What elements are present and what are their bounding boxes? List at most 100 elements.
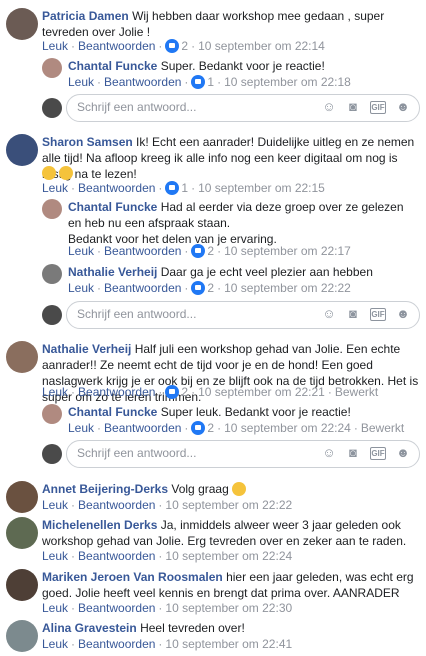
edited-label[interactable]: Bewerkt xyxy=(335,385,378,399)
comment-timestamp[interactable]: 10 september om 22:15 xyxy=(198,181,325,195)
reply-input[interactable]: Schrijf een antwoord... ☺ ◙ GIF ☻ xyxy=(66,440,420,468)
like-link[interactable]: Leuk xyxy=(42,498,68,512)
comment-body: Michelenellen Derks Ja, inmiddels alweer… xyxy=(42,517,420,549)
comment-actions: Leuk · Beantwoorden · 2 · 10 september om 22:1… xyxy=(42,39,325,53)
reply-text: Super. Bedankt voor je reactie! xyxy=(160,59,325,73)
avatar[interactable] xyxy=(42,404,62,424)
reply-actions: Leuk · Beantwoorden · 2 · 10 september om 22:2… xyxy=(68,281,351,295)
reply-timestamp[interactable]: 10 september om 22:22 xyxy=(224,281,351,295)
emoji-icon[interactable]: ☺ xyxy=(321,306,337,322)
reply-body: Chantal Funcke Super leuk. Bedankt voor … xyxy=(68,404,420,420)
gif-icon[interactable]: GIF xyxy=(370,308,386,321)
reply-author[interactable]: Chantal Funcke xyxy=(68,200,157,214)
comment-timestamp[interactable]: 10 september om 22:41 xyxy=(165,637,292,651)
reply-link[interactable]: Beantwoorden xyxy=(78,601,155,615)
avatar[interactable] xyxy=(6,569,38,601)
comment-actions: Leuk · Beantwoorden · 2 · 10 september om 22:2… xyxy=(42,385,379,399)
avatar[interactable] xyxy=(42,264,62,284)
avatar[interactable] xyxy=(6,8,38,40)
reply-link[interactable]: Beantwoorden xyxy=(78,498,155,512)
reply-link[interactable]: Beantwoorden xyxy=(78,549,155,563)
like-link[interactable]: Leuk xyxy=(68,281,94,295)
comment-actions: Leuk · Beantwoorden · 1 · 10 september om 22:1… xyxy=(42,181,325,195)
avatar[interactable] xyxy=(6,620,38,652)
reply-body: Chantal Funcke Super. Bedankt voor je re… xyxy=(68,58,420,74)
like-icon xyxy=(191,244,206,258)
camera-icon[interactable]: ◙ xyxy=(345,99,361,115)
reply-link[interactable]: Beantwoorden xyxy=(104,421,181,435)
reply-link[interactable]: Beantwoorden xyxy=(104,75,181,89)
reply-link[interactable]: Beantwoorden xyxy=(78,39,155,53)
sticker-icon[interactable]: ☻ xyxy=(395,99,411,115)
reply-author[interactable]: Chantal Funcke xyxy=(68,59,157,73)
comment-author[interactable]: Michelenellen Derks xyxy=(42,518,157,532)
gif-icon[interactable]: GIF xyxy=(370,101,386,114)
reply-input[interactable]: Schrijf een antwoord... ☺ ◙ GIF ☻ xyxy=(66,94,420,122)
comment-author[interactable]: Sharon Samsen xyxy=(42,135,133,149)
reply-input-placeholder: Schrijf een antwoord... xyxy=(77,307,197,321)
like-icon xyxy=(191,281,206,295)
camera-icon[interactable]: ◙ xyxy=(345,306,361,322)
like-link[interactable]: Leuk xyxy=(42,385,68,399)
emoji-icon[interactable]: ☺ xyxy=(321,99,337,115)
avatar[interactable] xyxy=(6,517,38,549)
comment-timestamp[interactable]: 10 september om 22:14 xyxy=(198,39,325,53)
comment-timestamp[interactable]: 10 september om 22:21 xyxy=(198,385,325,399)
like-icon xyxy=(191,421,206,435)
comment-body: Alina Gravestein Heel tevreden over! xyxy=(42,620,420,636)
like-link[interactable]: Leuk xyxy=(68,75,94,89)
comment-author[interactable]: Alina Gravestein xyxy=(42,621,137,635)
reply-link[interactable]: Beantwoorden xyxy=(78,637,155,651)
comment-actions: Leuk · Beantwoorden · 10 september om 22:22 xyxy=(42,498,293,512)
avatar[interactable] xyxy=(42,58,62,78)
reply-timestamp[interactable]: 10 september om 22:24 xyxy=(224,421,351,435)
reply-text: Super leuk. Bedankt voor je reactie! xyxy=(160,405,351,419)
like-link[interactable]: Leuk xyxy=(42,637,68,651)
reply-link[interactable]: Beantwoorden xyxy=(78,385,155,399)
like-link[interactable]: Leuk xyxy=(42,601,68,615)
comment-timestamp[interactable]: 10 september om 22:24 xyxy=(165,549,292,563)
reply-body: Nathalie Verheij Daar ga je echt veel pl… xyxy=(68,264,420,280)
like-link[interactable]: Leuk xyxy=(68,244,94,258)
emoji-icon[interactable]: ☺ xyxy=(321,445,337,461)
comment-timestamp[interactable]: 10 september om 22:30 xyxy=(165,601,292,615)
comment-actions: Leuk · Beantwoorden · 10 september om 22:41 xyxy=(42,637,293,651)
reply-link[interactable]: Beantwoorden xyxy=(104,244,181,258)
reply-timestamp[interactable]: 10 september om 22:18 xyxy=(224,75,351,89)
reply-actions: Leuk · Beantwoorden · 1 · 10 september om 22:1… xyxy=(68,75,351,89)
like-link[interactable]: Leuk xyxy=(68,421,94,435)
comment-body: Sharon Samsen Ik! Echt een aanrader! Dui… xyxy=(42,134,420,182)
comment-author[interactable]: Annet Beijering-Derks xyxy=(42,482,168,496)
reply-link[interactable]: Beantwoorden xyxy=(104,281,181,295)
reply-timestamp[interactable]: 10 september om 22:17 xyxy=(224,244,351,258)
comment-body: Annet Beijering-Derks Volg graag xyxy=(42,481,420,497)
laughing-emoji-icon xyxy=(42,166,56,180)
sticker-icon[interactable]: ☻ xyxy=(395,445,411,461)
avatar xyxy=(42,98,62,118)
sticker-icon[interactable]: ☻ xyxy=(395,306,411,322)
reply-input-placeholder: Schrijf een antwoord... xyxy=(77,446,197,460)
avatar[interactable] xyxy=(6,134,38,166)
comment-author[interactable]: Patricia Damen xyxy=(42,9,129,23)
reply-author[interactable]: Nathalie Verheij xyxy=(68,265,157,279)
comment-body: Mariken Jeroen Van Roosmalen hier een ja… xyxy=(42,569,420,601)
comment-body: Patricia Damen Wij hebben daar workshop … xyxy=(42,8,420,40)
gif-icon[interactable]: GIF xyxy=(370,447,386,460)
reply-author[interactable]: Chantal Funcke xyxy=(68,405,157,419)
avatar[interactable] xyxy=(6,481,38,513)
like-icon xyxy=(165,39,180,53)
reply-link[interactable]: Beantwoorden xyxy=(78,181,155,195)
camera-icon[interactable]: ◙ xyxy=(345,445,361,461)
like-link[interactable]: Leuk xyxy=(42,39,68,53)
comment-author[interactable]: Nathalie Verheij xyxy=(42,342,131,356)
comment-author[interactable]: Mariken Jeroen Van Roosmalen xyxy=(42,570,223,584)
like-icon xyxy=(165,385,180,399)
reply-input[interactable]: Schrijf een antwoord... ☺ ◙ GIF ☻ xyxy=(66,301,420,329)
avatar[interactable] xyxy=(6,341,38,373)
like-link[interactable]: Leuk xyxy=(42,181,68,195)
comment-timestamp[interactable]: 10 september om 22:22 xyxy=(165,498,292,512)
reply-input-placeholder: Schrijf een antwoord... xyxy=(77,100,197,114)
avatar[interactable] xyxy=(42,199,62,219)
edited-label[interactable]: Bewerkt xyxy=(361,421,404,435)
like-link[interactable]: Leuk xyxy=(42,549,68,563)
